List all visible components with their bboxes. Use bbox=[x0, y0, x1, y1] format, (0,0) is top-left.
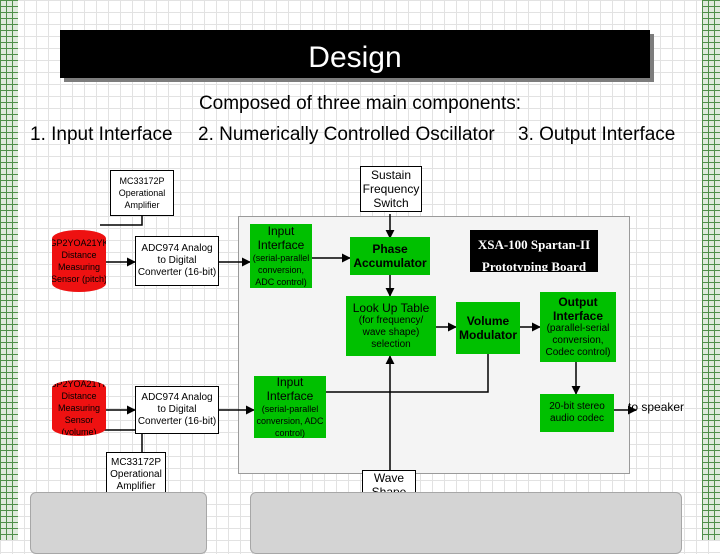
input-top-title: Input Interface bbox=[257, 224, 305, 252]
output-title: Output Interface bbox=[552, 295, 604, 323]
sensor-pitch-label: GP2YOA21YK Distance Measuring Sensor (pi… bbox=[52, 238, 106, 284]
adc-top-label: ADC974 Analog to Digital Converter (16-b… bbox=[137, 243, 217, 278]
lut-title: Look Up Table bbox=[352, 301, 430, 315]
adc-bottom-label: ADC974 Analog to Digital Converter (16-b… bbox=[137, 392, 217, 427]
bottom-panel-left bbox=[30, 492, 207, 554]
output-desc: (parallel-serial conversion, Codec contr… bbox=[545, 323, 611, 358]
phase-accumulator: Phase Accumulator bbox=[350, 237, 430, 275]
input-bottom-desc: (serial-parallel conversion, ADC control… bbox=[256, 404, 324, 438]
xsa-title: XSA-100 Spartan-II bbox=[477, 237, 591, 252]
input-interface-top: Input Interface (serial-parallel convers… bbox=[250, 224, 312, 288]
sensor-volume: GP2YOA21YK Distance Measuring Sensor (vo… bbox=[52, 380, 106, 436]
volume-label: Volume Modulator bbox=[459, 314, 517, 342]
opamp-top-label: MC33172P Operational Amplifier bbox=[118, 176, 166, 210]
lut-desc: (for frequency/ wave shape) selection bbox=[358, 315, 424, 350]
input-interface-bottom: Input Interface (serial-parallel convers… bbox=[254, 376, 326, 438]
output-interface: Output Interface (parallel-serial conver… bbox=[540, 292, 616, 362]
sustain-switch-box: Sustain Frequency Switch bbox=[360, 166, 422, 212]
to-speaker-label: to speaker bbox=[628, 400, 685, 414]
phase-label: Phase Accumulator bbox=[353, 242, 427, 270]
opamp-bottom-label: MC33172P Operational Amplifier bbox=[110, 457, 162, 492]
proto-title: Prototyping Board bbox=[481, 259, 587, 272]
input-top-desc: (serial-parallel conversion, ADC control… bbox=[252, 253, 310, 287]
input-bottom-title: Input Interface bbox=[266, 376, 314, 403]
opamp-top-box: MC33172P Operational Amplifier bbox=[110, 170, 174, 216]
adc-bottom-box: ADC974 Analog to Digital Converter (16-b… bbox=[135, 386, 219, 434]
xsa-board-label: XSA-100 Spartan-II Prototyping Board bbox=[470, 230, 598, 272]
bottom-panel-right bbox=[250, 492, 682, 554]
audio-codec: 20-bit stereo audio codec bbox=[540, 394, 614, 432]
sustain-label: Sustain Frequency Switch bbox=[362, 168, 420, 210]
codec-label: 20-bit stereo audio codec bbox=[549, 401, 605, 424]
sensor-volume-label: GP2YOA21YK Distance Measuring Sensor (vo… bbox=[52, 380, 106, 436]
look-up-table: Look Up Table (for frequency/ wave shape… bbox=[346, 296, 436, 356]
sensor-pitch: GP2YOA21YK Distance Measuring Sensor (pi… bbox=[52, 230, 106, 292]
adc-top-box: ADC974 Analog to Digital Converter (16-b… bbox=[135, 236, 219, 286]
volume-modulator: Volume Modulator bbox=[456, 302, 520, 354]
